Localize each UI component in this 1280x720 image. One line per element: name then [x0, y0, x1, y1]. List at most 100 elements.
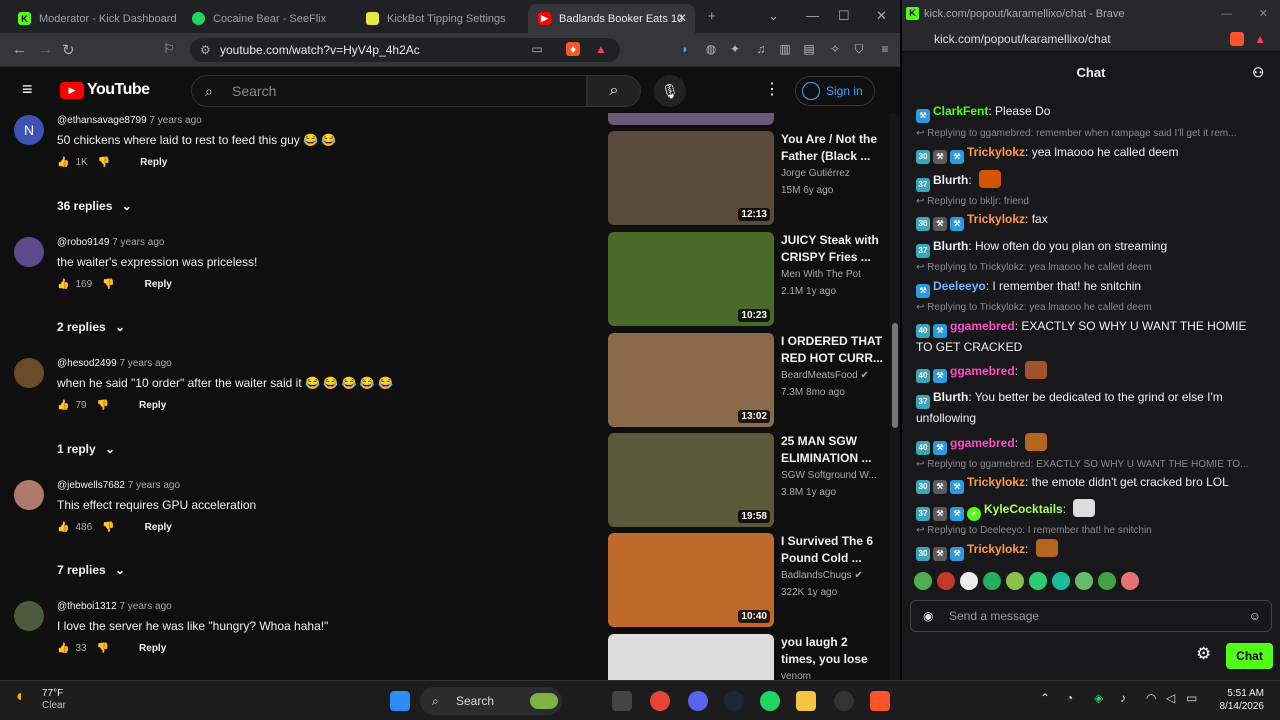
chat-username[interactable]: Trickylokz — [967, 542, 1025, 556]
view-replies-button[interactable]: 2 replies ⌄ — [57, 320, 125, 334]
chat-username[interactable]: ClarkFent — [933, 104, 988, 118]
url-bar[interactable]: ⚙ youtube.com/watch?v=HyV4p_4h2Ac — [190, 38, 620, 62]
video-channel[interactable]: venom — [781, 671, 811, 680]
comment-handle[interactable]: @ethansavage8799 — [57, 115, 147, 126]
view-replies-button[interactable]: 1 reply ⌄ — [57, 442, 115, 456]
menu-icon[interactable]: ≡ — [878, 42, 892, 56]
like-icon[interactable]: 👍 — [57, 157, 69, 168]
sign-in-button[interactable]: Sign in — [795, 76, 875, 106]
video-title[interactable]: I ORDERED THAT RED HOT CURR... — [781, 333, 891, 367]
video-card[interactable]: 12:13 You Are / Not the Father (Black ...… — [608, 131, 898, 225]
chevron-down-icon[interactable]: ⌄ — [768, 8, 779, 24]
users-icon[interactable]: ⚇ — [1252, 60, 1264, 86]
tray-icon[interactable]: ◈ — [1094, 691, 1103, 705]
leo-icon[interactable]: ✧ — [828, 42, 842, 56]
battery-icon[interactable]: ▭ — [1186, 691, 1197, 705]
video-channel[interactable]: BadlandsChugs ✔ — [781, 570, 863, 581]
chat-username[interactable]: Deeleeyo — [933, 279, 986, 293]
tray-icon[interactable]: ◔ — [1066, 691, 1073, 705]
weather-widget[interactable]: 77°F Clear — [42, 688, 66, 712]
minimize-icon[interactable]: — — [806, 8, 819, 23]
extension-icon[interactable]: ◍ — [704, 42, 718, 56]
brave-rewards-icon[interactable]: ▲ — [594, 42, 608, 56]
emote-icon[interactable] — [1098, 572, 1116, 590]
comment-handle[interactable]: @robo9149 — [57, 237, 109, 248]
chat-username[interactable]: Trickylokz — [967, 145, 1025, 159]
puzzle-icon[interactable]: ✦ — [728, 42, 742, 56]
avatar[interactable] — [14, 601, 44, 631]
brave-rewards-icon[interactable]: ▲ — [1254, 28, 1266, 50]
chat-username[interactable]: Trickylokz — [967, 212, 1025, 226]
like-icon[interactable]: 👍 — [57, 522, 69, 533]
video-card[interactable]: 10:23 JUICY Steak with CRISPY Fries ... Me… — [608, 232, 898, 326]
maximize-icon[interactable]: ☐ — [838, 8, 850, 24]
video-card[interactable]: 10:40 I Survived The 6 Pound Cold ... Badl… — [608, 533, 898, 627]
close-tab-icon[interactable]: ✕ — [677, 11, 687, 25]
chrome-icon[interactable] — [650, 691, 670, 711]
emote-icon[interactable] — [983, 572, 1001, 590]
music-icon[interactable]: ♫ — [754, 42, 768, 56]
video-thumbnail[interactable]: 12:13 — [608, 131, 774, 225]
cast-icon[interactable]: ▭ — [530, 42, 544, 56]
reply-button[interactable]: Reply — [139, 400, 166, 411]
video-title[interactable]: JUICY Steak with CRISPY Fries ... — [781, 232, 891, 266]
vpn-icon[interactable]: ⛉ — [852, 42, 866, 56]
obs-icon[interactable] — [834, 691, 854, 711]
dislike-icon[interactable]: 👎 — [97, 643, 109, 654]
emote-icon[interactable] — [1029, 572, 1047, 590]
voice-search-icon[interactable]: 🎙 — [654, 75, 686, 107]
video-thumbnail[interactable] — [608, 634, 774, 680]
video-title[interactable]: You Are / Not the Father (Black ... — [781, 131, 891, 165]
clock[interactable]: 5:51 AM 8/14/2026 — [1212, 687, 1265, 713]
video-title[interactable]: you laugh 2 times, you lose — [781, 634, 891, 668]
chat-username[interactable]: ggamebred — [950, 436, 1015, 450]
youtube-logo[interactable]: ▶ YouTube — [60, 81, 150, 99]
video-channel[interactable]: BeardMeatsFood ✔ — [781, 370, 869, 381]
site-info-icon[interactable]: ⚙ — [200, 38, 211, 62]
dislike-icon[interactable]: 👎 — [97, 400, 109, 411]
emote-icon[interactable] — [1075, 572, 1093, 590]
start-icon[interactable] — [390, 691, 410, 711]
video-title[interactable]: I Survived The 6 Pound Cold ... — [781, 533, 891, 567]
taskbar-search[interactable]: ⌕ Search — [420, 687, 562, 715]
dislike-icon[interactable]: 👎 — [98, 157, 110, 168]
forward-icon[interactable]: → — [38, 41, 53, 58]
comment-handle[interactable]: @hesod2499 — [57, 358, 117, 369]
video-channel[interactable]: SGW Softground W... — [781, 470, 877, 481]
bookmark-icon[interactable]: ⚐ — [163, 41, 175, 57]
search-input[interactable]: ⌕ Search — [191, 75, 587, 107]
like-icon[interactable]: 👍 — [57, 400, 69, 411]
emote-icon[interactable] — [937, 572, 955, 590]
video-card[interactable]: 19:58 25 MAN SGW ELIMINATION ... SGW Softg… — [608, 433, 898, 527]
avatar[interactable] — [14, 480, 44, 510]
chat-emote-icon[interactable] — [1035, 539, 1058, 557]
more-options-icon[interactable]: ⋮ — [764, 79, 780, 99]
mic-tray-icon[interactable]: ♪ — [1120, 691, 1126, 705]
reply-button[interactable]: Reply — [145, 522, 172, 533]
chat-emote-icon[interactable] — [1025, 433, 1048, 451]
video-thumbnail[interactable]: 13:02 — [608, 333, 774, 427]
gear-icon[interactable]: ⚙ — [1196, 644, 1211, 664]
dislike-icon[interactable]: 👎 — [102, 279, 114, 290]
chat-emote-icon[interactable] — [1025, 361, 1048, 379]
video-thumbnail[interactable]: 10:23 — [608, 232, 774, 326]
audio-icon[interactable]: ◗ — [678, 42, 692, 56]
reply-button[interactable]: Reply — [139, 643, 166, 654]
dislike-icon[interactable]: 👎 — [102, 522, 114, 533]
scrollbar-thumb[interactable] — [892, 323, 898, 428]
comment-handle[interactable]: @jebwells7682 — [57, 480, 125, 491]
avatar[interactable] — [14, 237, 44, 267]
chat-username[interactable]: Trickylokz — [967, 475, 1025, 489]
brave-icon[interactable] — [870, 691, 890, 711]
chat-username[interactable]: Blurth — [933, 239, 968, 253]
reply-button[interactable]: Reply — [140, 157, 167, 168]
view-replies-button[interactable]: 36 replies ⌄ — [57, 199, 132, 213]
wallet-icon[interactable]: ▤ — [802, 42, 816, 56]
emote-icon[interactable] — [1052, 572, 1070, 590]
chat-username[interactable]: KyleCocktails — [984, 502, 1063, 516]
video-channel[interactable]: Jorge Gutiérrez — [781, 168, 850, 179]
brave-shield-icon[interactable] — [1230, 32, 1244, 46]
video-card[interactable]: 13:02 I ORDERED THAT RED HOT CURR... Beard… — [608, 333, 898, 427]
chevron-up-icon[interactable]: ⌃ — [1040, 691, 1050, 705]
tab-youtube-active[interactable]: ▶ Badlands Booker Eats 10 ✕ — [528, 4, 695, 33]
